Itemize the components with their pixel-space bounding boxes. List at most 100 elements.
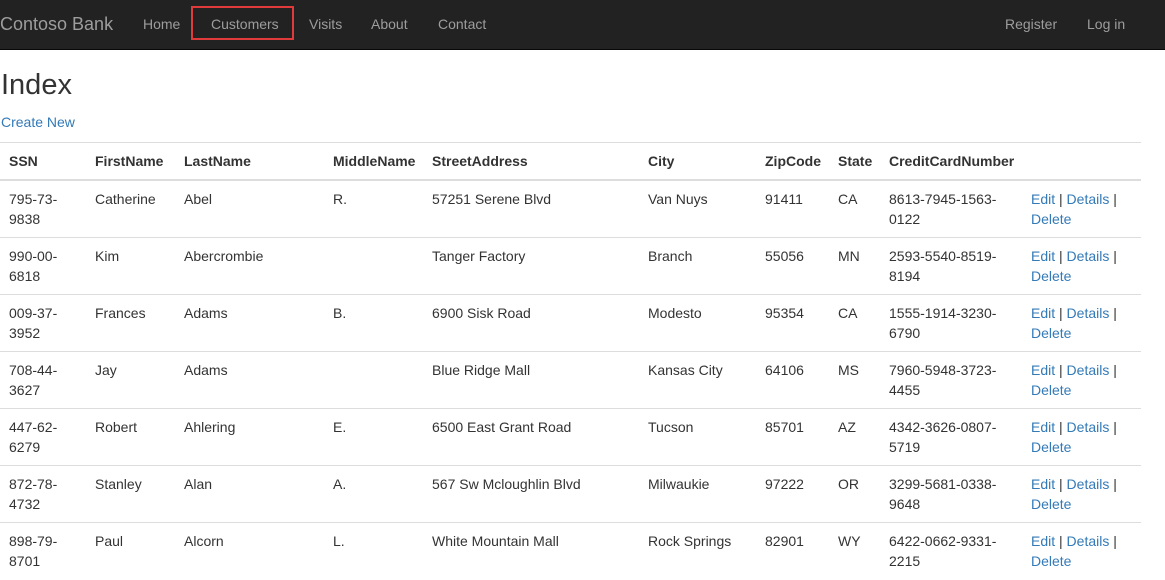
cell-ssn: 898-79-8701	[0, 522, 86, 579]
nav-contact[interactable]: Contact	[438, 0, 486, 50]
action-separator: |	[1059, 362, 1063, 378]
nav-customers[interactable]: Customers	[211, 0, 279, 50]
details-link[interactable]: Details	[1067, 248, 1110, 264]
cell-actions: Edit | Details | Delete	[1022, 408, 1141, 466]
table-row: 872-78-4732 Stanley Alan A. 567 Sw Mcloughli…	[0, 465, 1141, 523]
delete-link[interactable]: Delete	[1031, 268, 1071, 284]
cell-streetaddress: Blue Ridge Mall	[423, 351, 639, 409]
nav-home[interactable]: Home	[143, 0, 180, 50]
delete-link[interactable]: Delete	[1031, 325, 1071, 341]
header-state: State	[829, 142, 880, 181]
delete-link[interactable]: Delete	[1031, 439, 1071, 455]
details-link[interactable]: Details	[1067, 191, 1110, 207]
cell-streetaddress: 6500 East Grant Road	[423, 408, 639, 466]
cell-middlename: E.	[324, 408, 423, 466]
page-title: Index	[1, 69, 72, 101]
details-link[interactable]: Details	[1067, 419, 1110, 435]
table-row: 708-44-3627 Jay Adams Blue Ridge Mall Kansas…	[0, 351, 1141, 409]
top-navbar: Contoso Bank Home Customers Visits About…	[0, 0, 1165, 50]
action-separator: |	[1059, 191, 1063, 207]
cell-city: Milwaukie	[639, 465, 756, 523]
cell-lastname: Adams	[175, 294, 324, 352]
details-link[interactable]: Details	[1067, 305, 1110, 321]
action-separator: |	[1059, 533, 1063, 549]
cell-lastname: Alan	[175, 465, 324, 523]
delete-link[interactable]: Delete	[1031, 496, 1071, 512]
action-separator: |	[1059, 248, 1063, 264]
cell-zipcode: 85701	[756, 408, 829, 466]
nav-visits[interactable]: Visits	[309, 0, 342, 50]
cell-creditcardnumber: 8613-7945-1563-0122	[880, 179, 1022, 238]
cell-city: Tucson	[639, 408, 756, 466]
action-separator: |	[1113, 533, 1117, 549]
details-link[interactable]: Details	[1067, 362, 1110, 378]
cell-firstname: Robert	[86, 408, 175, 466]
action-separator: |	[1113, 476, 1117, 492]
cell-state: CA	[829, 294, 880, 352]
nav-login[interactable]: Log in	[1087, 0, 1125, 50]
details-link[interactable]: Details	[1067, 476, 1110, 492]
nav-register[interactable]: Register	[1005, 0, 1057, 50]
cell-zipcode: 95354	[756, 294, 829, 352]
cell-zipcode: 55056	[756, 237, 829, 295]
nav-about[interactable]: About	[371, 0, 408, 50]
header-lastname: LastName	[175, 142, 324, 181]
cell-city: Modesto	[639, 294, 756, 352]
cell-state: MS	[829, 351, 880, 409]
cell-middlename	[324, 237, 423, 295]
cell-lastname: Ahlering	[175, 408, 324, 466]
cell-lastname: Alcorn	[175, 522, 324, 579]
cell-creditcardnumber: 4342-3626-0807-5719	[880, 408, 1022, 466]
action-separator: |	[1059, 476, 1063, 492]
edit-link[interactable]: Edit	[1031, 419, 1055, 435]
create-new-link[interactable]: Create New	[1, 113, 75, 131]
delete-link[interactable]: Delete	[1031, 211, 1071, 227]
header-middlename: MiddleName	[324, 142, 423, 181]
header-actions	[1022, 142, 1141, 181]
cell-state: OR	[829, 465, 880, 523]
header-firstname: FirstName	[86, 142, 175, 181]
cell-actions: Edit | Details | Delete	[1022, 522, 1141, 579]
cell-ssn: 795-73-9838	[0, 179, 86, 238]
delete-link[interactable]: Delete	[1031, 382, 1071, 398]
cell-middlename: B.	[324, 294, 423, 352]
details-link[interactable]: Details	[1067, 533, 1110, 549]
cell-ssn: 990-00-6818	[0, 237, 86, 295]
cell-zipcode: 97222	[756, 465, 829, 523]
cell-state: WY	[829, 522, 880, 579]
cell-lastname: Abel	[175, 179, 324, 238]
cell-creditcardnumber: 1555-1914-3230-6790	[880, 294, 1022, 352]
cell-middlename: R.	[324, 179, 423, 238]
cell-state: AZ	[829, 408, 880, 466]
brand-link[interactable]: Contoso Bank	[0, 0, 113, 50]
delete-link[interactable]: Delete	[1031, 553, 1071, 569]
edit-link[interactable]: Edit	[1031, 248, 1055, 264]
cell-creditcardnumber: 6422-0662-9331-2215	[880, 522, 1022, 579]
cell-actions: Edit | Details | Delete	[1022, 465, 1141, 523]
header-ssn: SSN	[0, 142, 86, 181]
cell-lastname: Adams	[175, 351, 324, 409]
cell-streetaddress: 57251 Serene Blvd	[423, 179, 639, 238]
cell-firstname: Jay	[86, 351, 175, 409]
table-row: 990-00-6818 Kim Abercrombie Tanger Factory B…	[0, 237, 1141, 295]
table-header-row: SSN FirstName LastName MiddleName Street…	[0, 142, 1141, 181]
table-row: 898-79-8701 Paul Alcorn L. White Mountain Ma…	[0, 522, 1141, 579]
action-separator: |	[1113, 419, 1117, 435]
action-separator: |	[1059, 305, 1063, 321]
cell-firstname: Stanley	[86, 465, 175, 523]
edit-link[interactable]: Edit	[1031, 533, 1055, 549]
cell-lastname: Abercrombie	[175, 237, 324, 295]
cell-city: Branch	[639, 237, 756, 295]
cell-actions: Edit | Details | Delete	[1022, 351, 1141, 409]
edit-link[interactable]: Edit	[1031, 362, 1055, 378]
cell-zipcode: 91411	[756, 179, 829, 238]
table-row: 447-62-6279 Robert Ahlering E. 6500 East Gra…	[0, 408, 1141, 466]
table-row: 009-37-3952 Frances Adams B. 6900 Sisk Road M…	[0, 294, 1141, 352]
cell-city: Van Nuys	[639, 179, 756, 238]
cell-city: Kansas City	[639, 351, 756, 409]
customers-table: SSN FirstName LastName MiddleName Street…	[0, 142, 1141, 579]
edit-link[interactable]: Edit	[1031, 305, 1055, 321]
cell-ssn: 872-78-4732	[0, 465, 86, 523]
edit-link[interactable]: Edit	[1031, 191, 1055, 207]
edit-link[interactable]: Edit	[1031, 476, 1055, 492]
